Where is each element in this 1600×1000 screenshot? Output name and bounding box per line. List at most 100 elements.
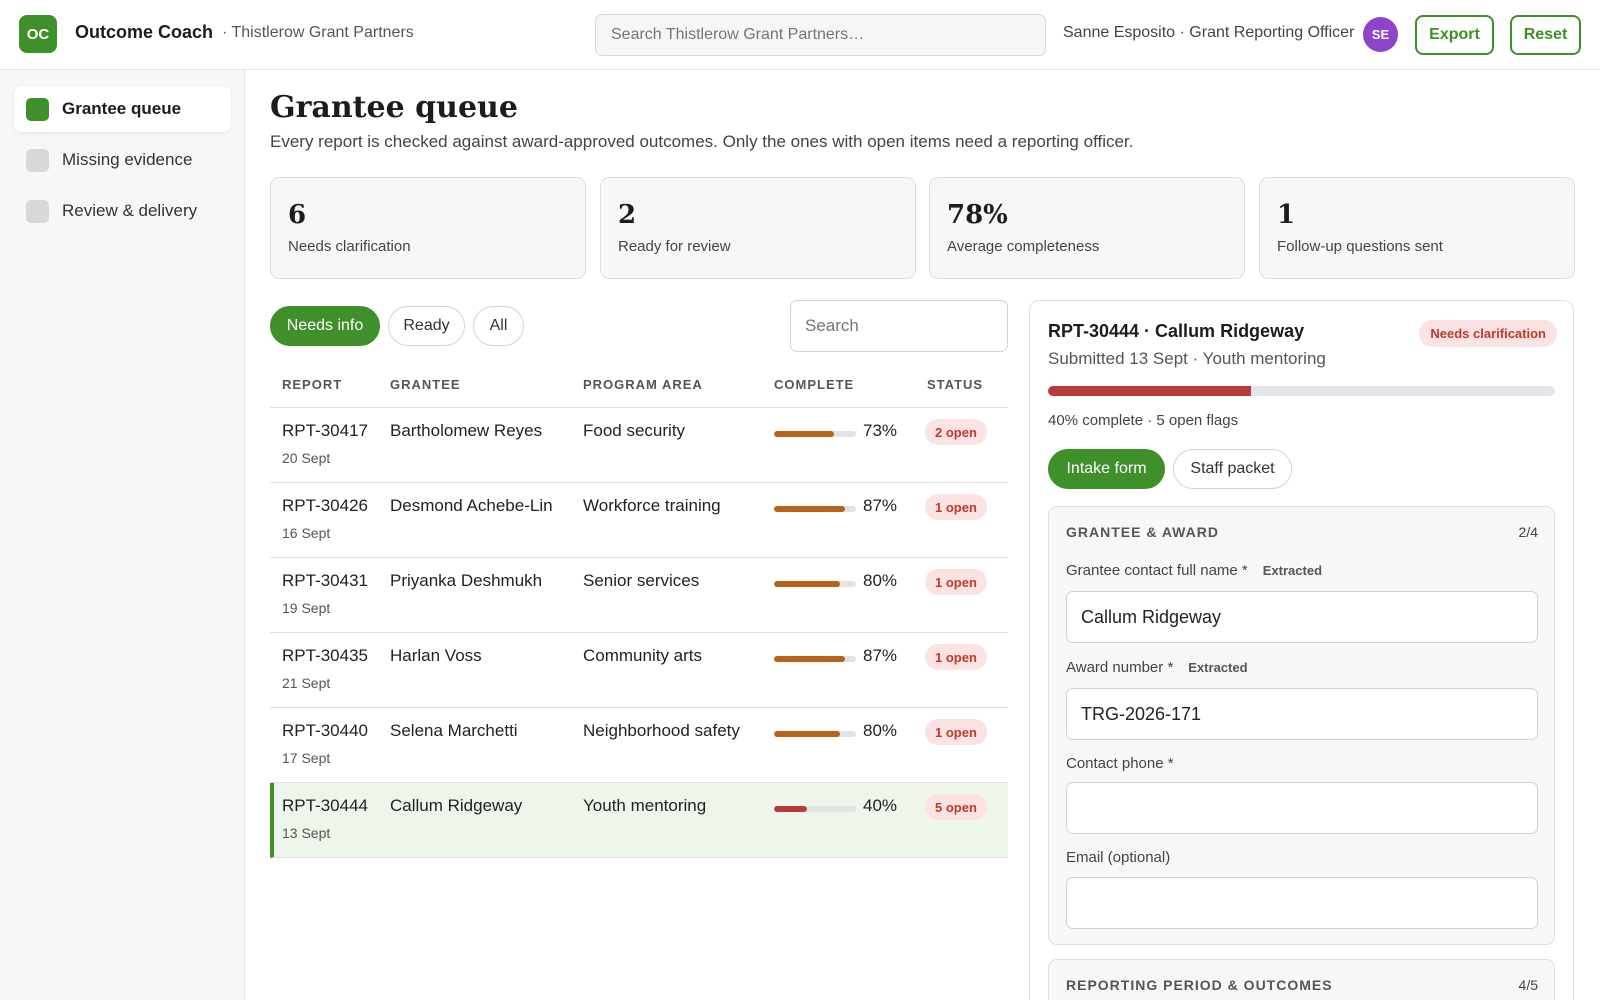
tab-staff-packet[interactable]: Staff packet	[1173, 449, 1292, 489]
report-date: 16 Sept	[282, 525, 331, 541]
user-label: Sanne Esposito · Grant Reporting Officer	[1063, 24, 1355, 41]
completeness-bar-fill	[774, 506, 846, 512]
completeness-percent: 73%	[863, 421, 898, 440]
report-date: 13 Sept	[282, 825, 331, 841]
grantee-name: Desmond Achebe-Lin	[390, 496, 553, 515]
table-row[interactable]: RPT-30426 16 Sept Desmond Achebe-Lin Workfo…	[270, 483, 1008, 558]
section-count: 4/5	[1518, 977, 1538, 993]
contact-phone-field[interactable]	[1066, 782, 1538, 834]
field-label-email: Email (optional)	[1066, 849, 1170, 866]
stat-card-average-completeness: 78% Average completeness	[929, 177, 1245, 279]
sidebar: Grantee queue Missing evidence Review & …	[0, 70, 245, 1000]
global-search-input[interactable]	[595, 14, 1046, 56]
tab-intake-form[interactable]: Intake form	[1048, 449, 1165, 489]
table-row[interactable]: RPT-30440 17 Sept Selena Marchetti Neighbor…	[270, 708, 1008, 783]
report-detail-panel: RPT-30444 · Callum Ridgeway Needs clarif…	[1029, 300, 1574, 1000]
completeness-bar	[774, 431, 856, 437]
completeness-bar-fill	[774, 431, 834, 437]
report-id: RPT-30444	[282, 796, 368, 815]
reset-button[interactable]: Reset	[1510, 15, 1581, 55]
award-number-field[interactable]	[1066, 688, 1538, 740]
filter-all[interactable]: All	[473, 306, 524, 346]
field-label-award-number: Award number * Extracted	[1066, 659, 1248, 676]
report-date: 21 Sept	[282, 675, 331, 691]
filter-ready[interactable]: Ready	[388, 306, 465, 346]
status-badge: 1 open	[925, 644, 987, 670]
column-header-complete[interactable]: COMPLETE	[774, 377, 854, 392]
program-area: Community arts	[583, 646, 703, 665]
table-row[interactable]: RPT-30444 13 Sept Callum Ridgeway Youth men…	[270, 783, 1008, 858]
section-title: REPORTING PERIOD & OUTCOMES	[1066, 977, 1333, 993]
contact-name-field[interactable]	[1066, 591, 1538, 643]
column-header-status[interactable]: STATUS	[927, 377, 983, 392]
stat-card-needs-clarification: 6 Needs clarification	[270, 177, 586, 279]
top-bar: OC Outcome Coach · Thistlerow Grant Part…	[0, 0, 1600, 70]
completeness-bar	[774, 581, 856, 587]
sidebar-item-label: Missing evidence	[62, 150, 193, 169]
section-title: GRANTEE & AWARD	[1066, 524, 1219, 540]
status-badge: 2 open	[925, 419, 987, 445]
stat-value: 1	[1277, 200, 1296, 230]
report-id: RPT-30417	[282, 421, 368, 440]
detail-subtitle: Submitted 13 Sept · Youth mentoring	[1048, 349, 1326, 368]
completeness-percent: 40%	[863, 796, 898, 815]
report-id: RPT-30435	[282, 646, 368, 665]
completeness-bar	[774, 506, 856, 512]
column-header-grantee[interactable]: GRANTEE	[390, 377, 461, 392]
avatar[interactable]: SE	[1363, 17, 1398, 52]
table-row[interactable]: RPT-30431 19 Sept Priyanka Deshmukh Senior …	[270, 558, 1008, 633]
export-button[interactable]: Export	[1415, 15, 1494, 55]
stat-value: 2	[618, 200, 637, 230]
sidebar-item-review-delivery[interactable]: Review & delivery	[14, 188, 231, 234]
report-id: RPT-30426	[282, 496, 368, 515]
report-date: 20 Sept	[282, 450, 331, 466]
stat-card-follow-up-questions: 1 Follow-up questions sent	[1259, 177, 1575, 279]
table-row[interactable]: RPT-30417 20 Sept Bartholomew Reyes Food se…	[270, 408, 1008, 483]
grantee-name: Callum Ridgeway	[390, 796, 523, 815]
column-header-report[interactable]: REPORT	[282, 377, 342, 392]
section-reporting-period-outcomes[interactable]: REPORTING PERIOD & OUTCOMES 4/5	[1048, 959, 1555, 1000]
sidebar-item-label: Grantee queue	[62, 99, 182, 118]
program-area: Senior services	[583, 571, 700, 590]
filter-needs-info[interactable]: Needs info	[270, 306, 380, 346]
status-badge: 1 open	[925, 719, 987, 745]
field-label-text: Email (optional)	[1066, 849, 1171, 866]
completeness-bar-fill	[774, 656, 846, 662]
extracted-tag: Extracted	[1188, 660, 1248, 675]
status-badge: 1 open	[925, 494, 987, 520]
review-icon	[26, 199, 49, 223]
completeness-bar-fill	[774, 806, 807, 812]
program-area: Workforce training	[583, 496, 721, 515]
stat-value: 78%	[947, 200, 1008, 230]
email-field[interactable]	[1066, 877, 1538, 929]
completeness-bar	[774, 656, 856, 662]
sidebar-item-label: Review & delivery	[62, 201, 198, 220]
detail-progress-text: 40% complete · 5 open flags	[1048, 412, 1239, 429]
detail-status-badge: Needs clarification	[1419, 320, 1557, 347]
stat-card-ready-for-review: 2 Ready for review	[600, 177, 916, 279]
grantee-name: Priyanka Deshmukh	[390, 571, 543, 590]
grantee-name: Selena Marchetti	[390, 721, 518, 740]
sidebar-item-missing-evidence[interactable]: Missing evidence	[14, 137, 231, 183]
report-date: 19 Sept	[282, 600, 331, 616]
completeness-percent: 87%	[863, 646, 898, 665]
completeness-bar-fill	[774, 731, 840, 737]
program-area: Neighborhood safety	[583, 721, 740, 740]
field-label-contact-phone: Contact phone *	[1066, 755, 1174, 772]
stat-label: Needs clarification	[288, 238, 411, 255]
status-badge: 1 open	[925, 569, 987, 595]
table-row[interactable]: RPT-30435 21 Sept Harlan Voss Community art…	[270, 633, 1008, 708]
evidence-icon	[26, 148, 49, 172]
completeness-bar	[774, 731, 856, 737]
completeness-percent: 80%	[863, 721, 898, 740]
page-title: Grantee queue	[270, 90, 518, 125]
detail-title: RPT-30444 · Callum Ridgeway	[1048, 321, 1305, 341]
report-id: RPT-30431	[282, 571, 368, 590]
stat-label: Average completeness	[947, 238, 1100, 255]
completeness-percent: 87%	[863, 496, 898, 515]
table-search-input[interactable]	[790, 300, 1008, 352]
column-header-program-area[interactable]: PROGRAM AREA	[583, 377, 703, 392]
page-subtitle: Every report is checked against award-ap…	[270, 132, 1134, 151]
sidebar-item-grantee-queue[interactable]: Grantee queue	[14, 86, 231, 132]
stat-value: 6	[288, 200, 307, 230]
